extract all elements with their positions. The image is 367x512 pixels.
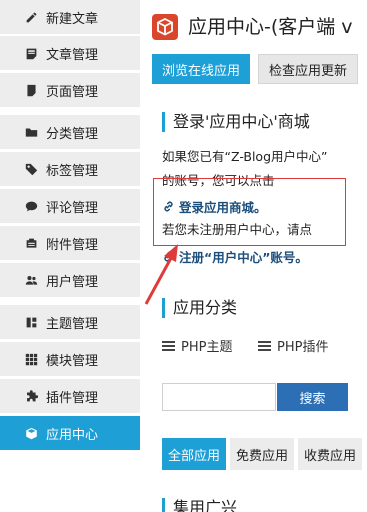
puzzle-icon (24, 389, 38, 403)
edit-icon (24, 10, 38, 24)
sidebar-item-label: 模块管理 (46, 353, 99, 369)
sidebar-item-label: 插件管理 (46, 390, 99, 406)
filter-paid-apps[interactable]: 收费应用 (298, 438, 362, 470)
search-input[interactable] (162, 383, 276, 411)
category-label: PHP主题 (181, 340, 233, 355)
sidebar-item-label: 文章管理 (46, 47, 99, 63)
sidebar-item-label: 标签管理 (46, 163, 99, 179)
highlight-box (153, 178, 346, 246)
browse-online-apps-button[interactable]: 浏览在线应用 (152, 54, 250, 84)
login-section-title: 登录'应用中心'商城 (162, 112, 310, 132)
folder-icon (24, 125, 38, 139)
sidebar-item-label: 主题管理 (46, 316, 99, 332)
page-title: 应用中心-(客户端 v (188, 16, 353, 38)
list-icon (162, 340, 175, 351)
sidebar-item-tags[interactable]: 标签管理 (0, 152, 140, 186)
list-icon (258, 340, 271, 351)
sidebar-item-label: 评论管理 (46, 200, 99, 216)
users-icon (24, 273, 38, 287)
document-icon (24, 46, 38, 60)
theme-icon (24, 315, 38, 329)
sidebar-item-label: 新建文章 (46, 11, 99, 27)
filter-free-apps[interactable]: 免费应用 (230, 438, 294, 470)
cube-icon (24, 426, 38, 440)
sidebar-item-comments[interactable]: 评论管理 (0, 189, 140, 223)
attachment-icon (24, 236, 38, 250)
sidebar-item-label: 页面管理 (46, 84, 99, 100)
modules-icon (24, 352, 38, 366)
filter-all-apps[interactable]: 全部应用 (162, 438, 226, 470)
sidebar-item-themes[interactable]: 主题管理 (0, 305, 140, 339)
sidebar-item-app-center[interactable]: 应用中心 (0, 416, 140, 450)
sidebar-item-articles[interactable]: 文章管理 (0, 36, 140, 70)
page-icon (24, 83, 38, 97)
sidebar-item-attachments[interactable]: 附件管理 (0, 226, 140, 260)
category-php-themes[interactable]: PHP主题 (162, 336, 232, 355)
check-app-updates-button[interactable]: 检查应用更新 (258, 54, 358, 84)
register-account-link-text: 注册“用户中心”账号。 (179, 250, 308, 265)
search-button[interactable]: 搜索 (277, 383, 348, 411)
sidebar-item-modules[interactable]: 模块管理 (0, 342, 140, 376)
sidebar-item-pages[interactable]: 页面管理 (0, 73, 140, 107)
pointer-arrow (144, 244, 178, 305)
tag-icon (24, 162, 38, 176)
next-section-title: 集用广兴 (162, 498, 237, 512)
sidebar-item-label: 应用中心 (46, 427, 99, 443)
sidebar-item-label: 附件管理 (46, 237, 99, 253)
category-php-plugins[interactable]: PHP插件 (258, 336, 328, 355)
comment-icon (24, 199, 38, 213)
app-center-logo-icon (152, 14, 178, 40)
sidebar-item-categories[interactable]: 分类管理 (0, 115, 140, 149)
sidebar-item-new-article[interactable]: 新建文章 (0, 0, 140, 34)
category-label: PHP插件 (277, 340, 329, 355)
sidebar-item-label: 用户管理 (46, 274, 99, 290)
login-intro-line-1: 如果您已有“Z-Blog用户中心” (162, 149, 328, 164)
sidebar: 新建文章 文章管理 页面管理 分类管理 标签管理 评论管理 附件管理 用户管理 … (0, 0, 140, 512)
sidebar-item-users[interactable]: 用户管理 (0, 263, 140, 297)
sidebar-item-label: 分类管理 (46, 126, 99, 142)
sidebar-item-plugins[interactable]: 插件管理 (0, 379, 140, 413)
